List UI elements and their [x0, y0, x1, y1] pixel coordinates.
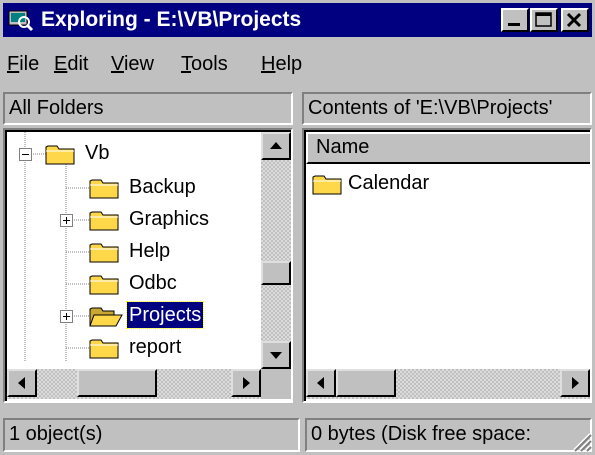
selected-folder-label: Projects — [125, 301, 205, 329]
tree-vertical-thumb[interactable] — [261, 261, 291, 285]
menu-file[interactable]: File — [7, 50, 39, 78]
open-folder-icon — [45, 145, 75, 165]
arrow-right-icon — [572, 377, 579, 389]
explorer-icon — [8, 10, 34, 32]
contents-pane: Name Calendar — [302, 128, 592, 403]
close-icon — [566, 12, 582, 28]
collapse-icon[interactable] — [19, 148, 33, 162]
arrow-down-icon — [270, 352, 282, 359]
window-title: Exploring - E:\VB\Projects — [41, 8, 302, 31]
status-disk-space: 0 bytes (Disk free space: — [305, 418, 592, 452]
tree-item-report[interactable]: report — [7, 332, 261, 362]
arrow-left-icon — [18, 377, 25, 389]
menu-help[interactable]: Help — [261, 50, 302, 78]
scroll-down-button[interactable] — [261, 341, 291, 369]
contents-horizontal-thumb[interactable] — [336, 369, 396, 397]
scroll-left-button[interactable] — [7, 369, 37, 397]
folder-icon — [312, 175, 342, 195]
resize-grip-icon[interactable] — [570, 430, 592, 452]
expand-icon[interactable] — [60, 214, 74, 228]
explorer-window: Exploring - E:\VB\Projects File Edit Vie… — [0, 0, 595, 455]
folder-icon — [89, 275, 119, 295]
scroll-right-button[interactable] — [231, 369, 261, 397]
tree-item-vb[interactable]: Vb — [7, 138, 261, 170]
scroll-right-button[interactable] — [560, 369, 590, 397]
column-header-name[interactable]: Name — [306, 132, 590, 164]
folder-icon — [89, 243, 119, 263]
scroll-up-button[interactable] — [261, 132, 291, 160]
scroll-left-button[interactable] — [306, 369, 336, 397]
expand-icon[interactable] — [60, 310, 74, 324]
folder-tree: Vb Backup Graphics Help Odbc Projects re… — [7, 132, 261, 362]
folder-icon — [89, 339, 119, 359]
maximize-icon — [535, 12, 552, 27]
tree-vertical-scrollbar[interactable] — [261, 132, 291, 369]
tree-item-projects[interactable]: Projects — [7, 300, 261, 332]
tree-item-odbc[interactable]: Odbc — [7, 268, 261, 300]
menu-tools[interactable]: Tools — [181, 50, 228, 78]
open-folder-icon — [89, 307, 123, 327]
menu-edit[interactable]: Edit — [54, 50, 88, 78]
tree-item-help[interactable]: Help — [7, 236, 261, 268]
scrollbar-corner — [261, 369, 291, 399]
status-object-count: 1 object(s) — [3, 418, 300, 452]
all-folders-header: All Folders — [3, 92, 293, 125]
tree-item-graphics[interactable]: Graphics — [7, 204, 261, 236]
arrow-right-icon — [243, 377, 250, 389]
close-button[interactable] — [561, 8, 589, 32]
arrow-left-icon — [317, 377, 324, 389]
menu-view[interactable]: View — [111, 50, 154, 78]
arrow-up-icon — [270, 142, 282, 149]
folder-icon — [89, 211, 119, 231]
tree-horizontal-thumb[interactable] — [77, 369, 157, 397]
folder-tree-pane: Vb Backup Graphics Help Odbc Projects re… — [3, 128, 293, 403]
folder-icon — [89, 179, 119, 199]
title-bar[interactable]: Exploring - E:\VB\Projects — [3, 3, 592, 37]
tree-item-backup[interactable]: Backup — [7, 172, 261, 204]
minimize-button[interactable] — [501, 8, 529, 32]
menu-bar: File Edit View Tools Help — [3, 50, 592, 80]
contents-header: Contents of 'E:\VB\Projects' — [302, 92, 592, 125]
maximize-button[interactable] — [530, 8, 558, 32]
minimize-icon — [508, 23, 520, 26]
